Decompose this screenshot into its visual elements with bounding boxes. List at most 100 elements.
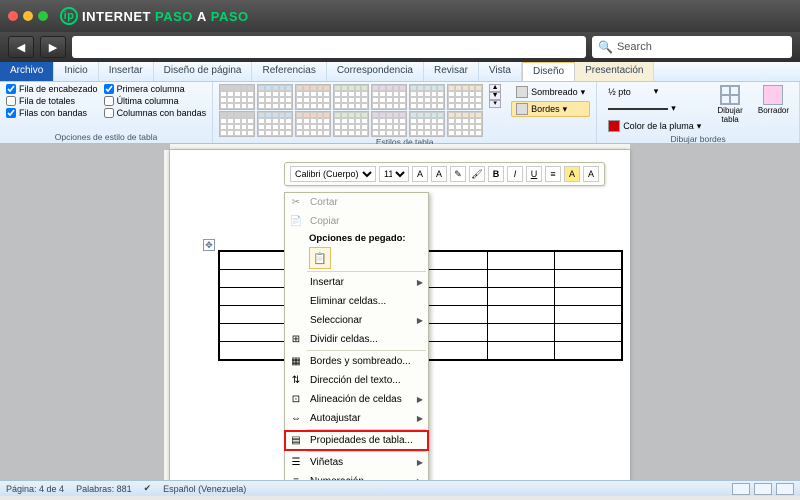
shrink-font-icon[interactable]: A xyxy=(431,166,447,182)
ctx-text-direction[interactable]: ⇅Dirección del texto... xyxy=(285,371,428,390)
chk-total-row[interactable]: Fila de totales xyxy=(6,96,98,106)
chevron-right-icon: ▶ xyxy=(417,278,423,287)
back-button[interactable]: ◀ xyxy=(8,36,34,58)
ctx-bullets[interactable]: ☰Viñetas▶ xyxy=(285,453,428,472)
ribbon: Fila de encabezado Fila de totales Filas… xyxy=(0,82,800,144)
ribbon-tabs: Archivo Inicio Insertar Diseño de página… xyxy=(0,62,800,82)
url-input[interactable] xyxy=(72,36,586,58)
borders-button[interactable]: Bordes ▾ xyxy=(511,101,590,117)
draw-table-icon xyxy=(720,85,740,105)
font-select[interactable]: Calibri (Cuerpo) xyxy=(290,166,376,182)
ctx-paste-option[interactable]: 📋 xyxy=(309,247,331,269)
tab-table-design[interactable]: Diseño xyxy=(522,62,575,81)
ctx-borders-shading[interactable]: ▦Bordes y sombreado... xyxy=(285,352,428,371)
logo-icon: ip xyxy=(60,7,78,25)
status-words[interactable]: Palabras: 881 xyxy=(76,484,132,494)
chk-banded-cols[interactable]: Columnas con bandas xyxy=(104,108,207,118)
ctx-select[interactable]: Seleccionar▶ xyxy=(285,311,428,330)
ctx-cell-align[interactable]: ⊡Alineación de celdas▶ xyxy=(285,390,428,409)
highlight-icon[interactable]: A xyxy=(564,166,580,182)
view-web-icon[interactable] xyxy=(776,483,794,495)
tab-table-layout[interactable]: Presentación xyxy=(575,62,654,81)
logo-text-d: PASO xyxy=(211,9,249,24)
underline-icon[interactable]: U xyxy=(526,166,542,182)
borders-icon xyxy=(516,103,528,115)
chevron-right-icon: ▶ xyxy=(417,395,423,404)
grow-font-icon[interactable]: A xyxy=(412,166,428,182)
status-language[interactable]: Español (Venezuela) xyxy=(163,484,246,494)
search-icon: 🔍 xyxy=(598,40,613,54)
tab-home[interactable]: Inicio xyxy=(54,62,98,81)
split-icon: ⊞ xyxy=(287,332,305,348)
site-logo: ip INTERNET PASO A PASO xyxy=(60,7,249,25)
window-controls[interactable] xyxy=(8,11,48,21)
mini-toolbar: Calibri (Cuerpo) 11 A A ✎ 🖌 B I U ≡ A A xyxy=(284,162,605,186)
copy-icon: 📄 xyxy=(287,214,305,230)
properties-icon: ▤ xyxy=(287,433,305,449)
chevron-right-icon: ▶ xyxy=(417,316,423,325)
bullets-icon: ☰ xyxy=(287,455,305,471)
tab-page-layout[interactable]: Diseño de página xyxy=(154,62,253,81)
borders-icon: ▦ xyxy=(287,354,305,370)
chk-banded-rows[interactable]: Filas con bandas xyxy=(6,108,98,118)
pen-weight-select[interactable]: ½ pto ▾ xyxy=(603,84,706,99)
chevron-right-icon: ▶ xyxy=(417,414,423,423)
context-menu: ✂Cortar 📄Copiar Opciones de pegado: 📋 In… xyxy=(284,192,429,496)
font-size-select[interactable]: 11 xyxy=(379,166,409,182)
pen-style-select[interactable]: ▾ xyxy=(603,101,706,116)
close-icon[interactable] xyxy=(8,11,18,21)
bold-icon[interactable]: B xyxy=(488,166,504,182)
tab-file[interactable]: Archivo xyxy=(0,62,54,81)
table-move-handle[interactable]: ✥ xyxy=(203,239,215,251)
ctx-delete-cells[interactable]: Eliminar celdas... xyxy=(285,292,428,311)
chevron-right-icon: ▶ xyxy=(417,458,423,467)
ctx-insert[interactable]: Insertar▶ xyxy=(285,273,428,292)
browser-nav-bar: ◀ ▶ 🔍 Search xyxy=(0,32,800,62)
group-table-styles: ▲▼▾ Sombreado ▾ Bordes ▾ Estilos de tabl… xyxy=(213,82,597,143)
ctx-copy[interactable]: 📄Copiar xyxy=(285,212,428,231)
ctx-autofit[interactable]: ⇔Autoajustar▶ xyxy=(285,409,428,428)
autofit-icon: ⇔ xyxy=(287,411,305,427)
status-proof-icon[interactable]: ✔ xyxy=(144,483,152,494)
tab-insert[interactable]: Insertar xyxy=(99,62,154,81)
pen-icon xyxy=(608,120,620,132)
maximize-icon[interactable] xyxy=(38,11,48,21)
logo-text-b: PASO xyxy=(155,9,193,24)
tab-mailings[interactable]: Correspondencia xyxy=(327,62,424,81)
styles-icon[interactable]: ✎ xyxy=(450,166,466,182)
logo-text-c: A xyxy=(197,9,207,24)
ctx-split-cells[interactable]: ⊞Dividir celdas... xyxy=(285,330,428,349)
gallery-scroll[interactable]: ▲▼▾ xyxy=(489,84,501,108)
italic-icon[interactable]: I xyxy=(507,166,523,182)
ctx-cut[interactable]: ✂Cortar xyxy=(285,193,428,212)
search-input[interactable]: 🔍 Search xyxy=(592,36,792,58)
word-window: Archivo Inicio Insertar Diseño de página… xyxy=(0,62,800,496)
minimize-icon[interactable] xyxy=(23,11,33,21)
style-gallery[interactable] xyxy=(219,84,483,137)
ctx-paste-header: Opciones de pegado: xyxy=(285,231,428,246)
font-color-icon[interactable]: A xyxy=(583,166,599,182)
align-icon[interactable]: ≡ xyxy=(545,166,561,182)
scissors-icon: ✂ xyxy=(287,195,305,211)
status-page[interactable]: Página: 4 de 4 xyxy=(6,484,64,494)
tab-references[interactable]: Referencias xyxy=(252,62,326,81)
search-placeholder: Search xyxy=(617,41,652,53)
view-print-layout-icon[interactable] xyxy=(732,483,750,495)
chk-header-row[interactable]: Fila de encabezado xyxy=(6,84,98,94)
view-reading-icon[interactable] xyxy=(754,483,772,495)
status-bar: Página: 4 de 4 Palabras: 881 ✔ Español (… xyxy=(0,480,800,496)
document-area: ✥ Calibri (Cuerpo) 11 A A ✎ 🖌 B I U ≡ A xyxy=(0,144,800,496)
ctx-table-properties[interactable]: ▤Propiedades de tabla... xyxy=(285,431,428,450)
chk-last-col[interactable]: Última columna xyxy=(104,96,207,106)
browser-title-bar: ip INTERNET PASO A PASO xyxy=(0,0,800,32)
group-label-style-options: Opciones de estilo de tabla xyxy=(6,132,206,143)
format-painter-icon[interactable]: 🖌 xyxy=(469,166,485,182)
eraser-button[interactable]: Borrador xyxy=(754,84,793,116)
pen-color-button[interactable]: Color de la pluma ▾ xyxy=(603,118,706,134)
tab-view[interactable]: Vista xyxy=(479,62,522,81)
draw-table-button[interactable]: Dibujar tabla xyxy=(712,84,748,125)
tab-review[interactable]: Revisar xyxy=(424,62,479,81)
forward-button[interactable]: ▶ xyxy=(40,36,66,58)
shading-button[interactable]: Sombreado ▾ xyxy=(511,84,590,100)
chk-first-col[interactable]: Primera columna xyxy=(104,84,207,94)
